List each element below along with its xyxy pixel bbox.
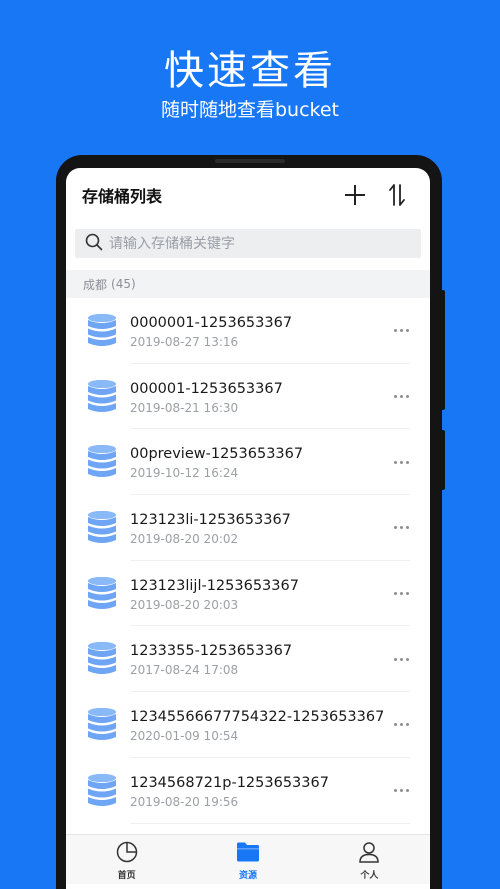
bucket-date: 2020-01-09 10:54 <box>130 728 239 743</box>
bucket-row[interactable]: 123123lijl-1253653367 2019-08-20 20:03 <box>66 561 430 627</box>
plus-icon[interactable] <box>338 178 372 212</box>
bucket-name: 123123lijl-1253653367 <box>130 577 299 594</box>
pie-chart-icon <box>116 841 138 867</box>
more-options-icon[interactable] <box>386 723 416 727</box>
bucket-text: 00preview-1253653367 2019-10-12 16:24 <box>130 444 386 480</box>
app-screen: 存储桶列表 成都 (45) 00000 <box>66 168 430 889</box>
tab-resources[interactable]: 资源 <box>187 835 308 884</box>
more-options-icon[interactable] <box>386 526 416 530</box>
bucket-row[interactable]: 000001-1253653367 2019-08-21 16:30 <box>66 364 430 430</box>
phone-power-button <box>440 290 445 410</box>
bucket-name: 00preview-1253653367 <box>130 446 304 463</box>
search-input[interactable] <box>109 235 399 252</box>
region-count: (45) <box>111 277 136 291</box>
bucket-row[interactable]: 1234568721p-1253653367 2019-08-20 19:56 <box>66 758 430 824</box>
hero-subtitle: 随时随地查看bucket <box>160 99 339 121</box>
bucket-name: 12345566677754322-1253653367 <box>130 708 385 725</box>
bucket-row[interactable]: 123123li-1253653367 2019-08-20 20:02 <box>66 495 430 561</box>
tab-home[interactable]: 首页 <box>66 835 187 884</box>
page-title: 存储桶列表 <box>82 187 163 206</box>
bucket-text: 1233355-1253653367 2017-08-24 17:08 <box>130 641 386 677</box>
database-icon <box>86 576 118 612</box>
more-options-icon[interactable] <box>386 789 416 793</box>
app-header: 存储桶列表 <box>66 168 430 222</box>
tab-label: 首页 <box>117 871 136 881</box>
bucket-text: 0000001-1253653367 2019-08-27 13:16 <box>130 313 386 349</box>
bucket-name: 1234568721p-1253653367 <box>130 774 329 791</box>
bucket-name: 123123li-1253653367 <box>130 511 291 528</box>
folder-icon <box>236 841 260 867</box>
bucket-date: 2019-08-20 19:56 <box>130 794 239 809</box>
bucket-row[interactable]: 00preview-1253653367 2019-10-12 16:24 <box>66 429 430 495</box>
database-icon <box>86 444 118 480</box>
more-options-icon[interactable] <box>386 395 416 399</box>
bucket-date: 2019-08-27 13:16 <box>130 334 239 349</box>
bucket-date: 2019-08-20 20:03 <box>130 597 239 612</box>
bucket-name: 000001-1253653367 <box>130 380 283 397</box>
sort-icon[interactable] <box>380 178 414 212</box>
bucket-row[interactable]: 1233355-1253653367 2017-08-24 17:08 <box>66 626 430 692</box>
bucket-date: 2019-08-21 16:30 <box>130 400 239 415</box>
bucket-text: 12345566677754322-1253653367 2020-01-09 … <box>130 707 386 743</box>
database-icon <box>86 773 118 809</box>
database-icon <box>86 641 118 677</box>
bucket-date: 2019-10-12 16:24 <box>130 466 239 481</box>
bucket-text: 1234568721p-1253653367 2019-08-20 19:56 <box>130 773 386 809</box>
database-icon <box>86 510 118 546</box>
tab-bar: 首页 资源 个人 <box>66 834 430 884</box>
phone-volume-button <box>440 430 445 490</box>
tab-profile[interactable]: 个人 <box>309 835 430 884</box>
more-options-icon[interactable] <box>386 460 416 464</box>
more-options-icon[interactable] <box>386 657 416 661</box>
bucket-row[interactable]: 0000001-1253653367 2019-08-27 13:16 <box>66 298 430 364</box>
bucket-date: 2017-08-24 17:08 <box>130 663 239 678</box>
bucket-text: 123123lijl-1253653367 2019-08-20 20:03 <box>130 576 386 612</box>
more-options-icon[interactable] <box>386 329 416 333</box>
tab-label: 资源 <box>238 871 257 881</box>
bucket-list: 0000001-1253653367 2019-08-27 13:16 0000… <box>66 298 430 824</box>
hero-title: 快速查看 <box>164 48 336 94</box>
region-label: 成都 <box>83 277 108 292</box>
tab-label: 个人 <box>360 871 379 881</box>
database-icon <box>86 313 118 349</box>
bucket-text: 123123li-1253653367 2019-08-20 20:02 <box>130 510 386 546</box>
bucket-date: 2019-08-20 20:02 <box>130 531 239 546</box>
phone-earpiece <box>215 159 285 163</box>
search-icon <box>85 233 103 255</box>
bucket-text: 000001-1253653367 2019-08-21 16:30 <box>130 379 386 415</box>
more-options-icon[interactable] <box>386 592 416 596</box>
database-icon <box>86 379 118 415</box>
person-icon <box>358 841 380 867</box>
bucket-name: 0000001-1253653367 <box>130 314 293 331</box>
region-section-header: 成都 (45) <box>66 270 430 298</box>
bucket-name: 1233355-1253653367 <box>130 643 293 660</box>
bucket-row[interactable]: 12345566677754322-1253653367 2020-01-09 … <box>66 692 430 758</box>
search-bar[interactable] <box>75 229 421 258</box>
database-icon <box>86 707 118 743</box>
